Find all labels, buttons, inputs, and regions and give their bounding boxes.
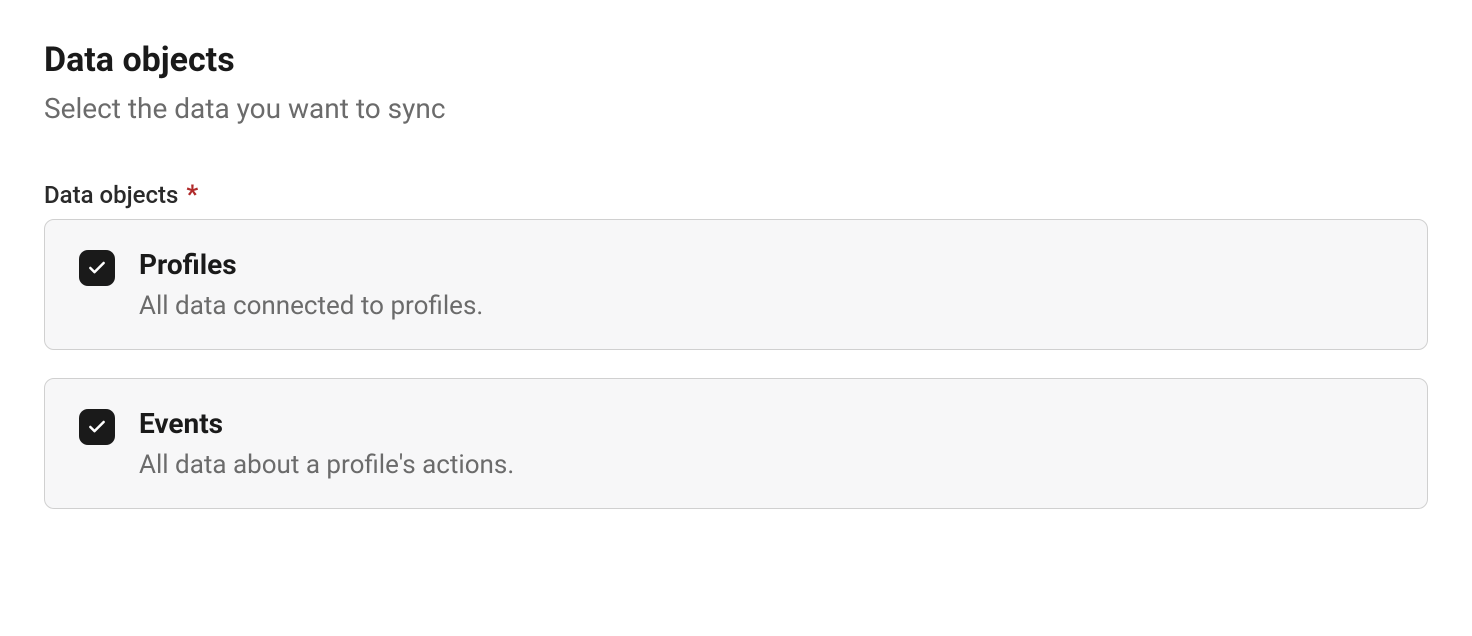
option-description: All data connected to profiles. (139, 291, 483, 321)
option-title: Events (139, 407, 514, 440)
field-label: Data objects (44, 181, 178, 209)
field-label-row: Data objects * (44, 181, 1428, 209)
option-card-events[interactable]: Events All data about a profile's action… (44, 378, 1428, 509)
option-text: Profiles All data connected to profiles. (139, 248, 483, 321)
checkbox-events[interactable] (79, 409, 115, 445)
option-text: Events All data about a profile's action… (139, 407, 514, 480)
option-description: All data about a profile's actions. (139, 450, 514, 480)
check-icon (87, 258, 107, 278)
option-title: Profiles (139, 248, 483, 281)
required-asterisk-icon: * (186, 182, 198, 208)
section-subtitle: Select the data you want to sync (44, 92, 1428, 125)
check-icon (87, 417, 107, 437)
option-card-profiles[interactable]: Profiles All data connected to profiles. (44, 219, 1428, 350)
checkbox-profiles[interactable] (79, 250, 115, 286)
section-title: Data objects (44, 40, 1428, 80)
